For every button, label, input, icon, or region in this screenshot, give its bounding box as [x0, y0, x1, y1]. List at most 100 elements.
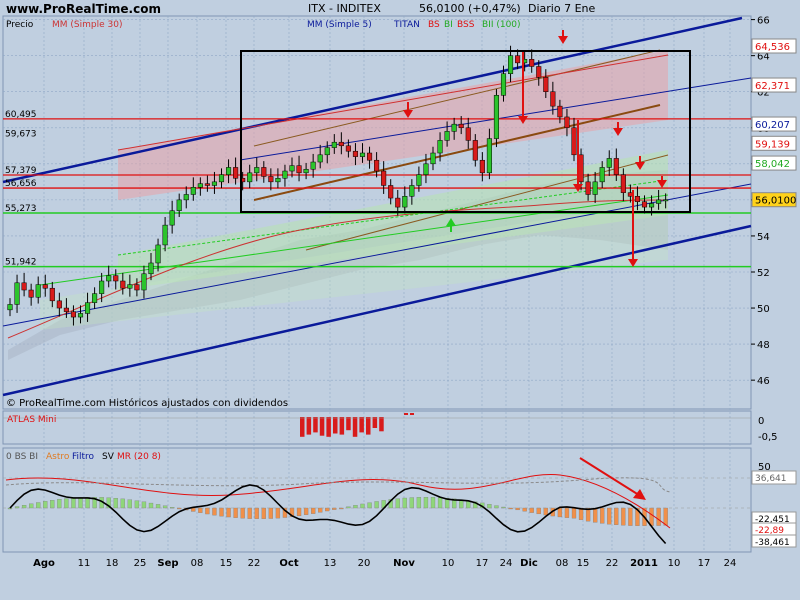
candle-body-16: [120, 280, 126, 289]
atlas-bar-7: [346, 417, 351, 431]
candle-body-50: [359, 152, 366, 157]
osc-bar-73: [522, 507, 527, 512]
candle-body-76: [543, 77, 549, 92]
atlas-bar-11: [372, 417, 378, 428]
candle-body-5: [42, 284, 48, 289]
osc-bar-8: [64, 498, 69, 509]
atlas-bar-10: [366, 417, 371, 435]
candle-body-55: [395, 197, 401, 208]
osc-bar-45: [325, 507, 330, 512]
date-label-18: 22: [606, 558, 619, 569]
osc-bar-34: [247, 507, 252, 519]
red-level-label-0: 60,495: [5, 110, 37, 120]
candle-body-14: [106, 275, 112, 282]
osc-bar-30: [219, 507, 224, 517]
green-level-label-0: 55,273: [5, 204, 37, 214]
date-label-9: 13: [324, 558, 337, 569]
legend-bi: BI: [444, 20, 453, 30]
osc-label-sv: SV: [102, 452, 115, 462]
atlas-dot-0: [404, 413, 408, 415]
candle-body-27: [197, 183, 203, 188]
date-label-17: 15: [577, 558, 590, 569]
level-59673-label: 59,673: [5, 130, 37, 140]
candle-body-24: [176, 199, 182, 211]
candle-body-26: [190, 187, 196, 195]
candle-body-34: [247, 172, 253, 183]
legend-bs: BS: [428, 20, 440, 30]
osc-bar-44: [318, 507, 323, 513]
price-axis: 464850525456586062646664,53662,37160,207…: [751, 16, 797, 387]
candle-body-62: [444, 131, 450, 141]
osc-bar-22: [162, 505, 168, 509]
candle-body-13: [99, 280, 105, 294]
osc-bar-49: [353, 505, 358, 509]
date-label-8: Oct: [279, 558, 298, 569]
osc-bar-19: [141, 501, 147, 509]
osc-bar-32: [233, 507, 238, 518]
legend-price: Precio: [6, 20, 34, 30]
osc-bar-60: [430, 497, 436, 509]
osc-bar-80: [571, 507, 577, 519]
date-label-2: 18: [106, 558, 119, 569]
candle-body-93: [663, 199, 669, 202]
osc-bar-5: [43, 501, 48, 509]
candle-body-21: [155, 244, 161, 264]
osc-bar-21: [155, 504, 161, 509]
osc-bar-31: [226, 507, 231, 518]
atlas-bar-0: [300, 417, 305, 437]
atlas-tick-0: 0: [758, 416, 764, 427]
osc-bar-38: [275, 507, 281, 519]
candle-body-32: [233, 167, 239, 179]
osc-bar-29: [212, 507, 217, 516]
date-label-7: 22: [248, 558, 261, 569]
price-tag-2: 60,207: [755, 120, 790, 131]
candle-body-86: [613, 158, 619, 175]
red-level-label-2: 56,656: [5, 179, 37, 189]
osc-bar-41: [296, 507, 302, 517]
osc-bar-7: [57, 499, 62, 509]
osc-label-mr: MR (20 8): [117, 452, 161, 462]
osc-bar-35: [254, 507, 259, 519]
candle-body-39: [282, 170, 288, 179]
candle-body-74: [529, 59, 535, 67]
credit-text: © ProRealTime.com Históricos ajustados c…: [6, 397, 288, 409]
candle-body-0: [7, 304, 13, 311]
osc-bar-37: [268, 507, 274, 519]
date-label-0: Ago: [33, 558, 55, 569]
tick-label-50: 50: [757, 304, 770, 315]
candle-body-72: [515, 55, 521, 64]
legend-mm5: MM (Simple 5): [307, 20, 372, 30]
candle-body-54: [388, 185, 394, 199]
candle-body-38: [275, 177, 281, 183]
osc-label-filtro: Filtro: [72, 452, 95, 462]
tick-label-48: 48: [757, 340, 770, 351]
price-tag-0: 64,536: [755, 42, 790, 53]
candle-body-79: [564, 116, 570, 129]
candle-body-19: [141, 273, 147, 291]
candle-body-36: [261, 167, 267, 177]
tick-label-54: 54: [757, 232, 770, 243]
site-title: www.ProRealTime.com: [6, 2, 161, 16]
atlas-bar-5: [333, 417, 338, 434]
candle-body-58: [416, 174, 422, 186]
atlas-bar-4: [326, 417, 331, 437]
candle-body-71: [508, 55, 514, 74]
candle-body-78: [557, 105, 563, 118]
candle-body-11: [85, 302, 91, 314]
symbol-title: ITX - INDITEX: [308, 2, 381, 15]
date-label-4: Sep: [157, 558, 178, 569]
osc-bar-55: [395, 498, 400, 509]
candle-body-25: [183, 194, 189, 201]
candle-body-80: [571, 127, 577, 156]
candle-body-64: [458, 123, 464, 129]
candle-body-3: [28, 289, 34, 298]
candle-body-2: [21, 282, 27, 291]
candle-body-70: [500, 73, 507, 96]
osc-bar-87: [621, 507, 626, 526]
candle-body-81: [578, 154, 584, 183]
stock-chart: 60,495 57,379 56,656 55,273 59,673 51,942 46 4…: [2, 2, 797, 569]
osc-bar-57: [409, 497, 415, 509]
osc-bar-33: [240, 507, 245, 519]
candle-body-46: [331, 141, 337, 148]
atlas-bar-1: [306, 417, 312, 435]
